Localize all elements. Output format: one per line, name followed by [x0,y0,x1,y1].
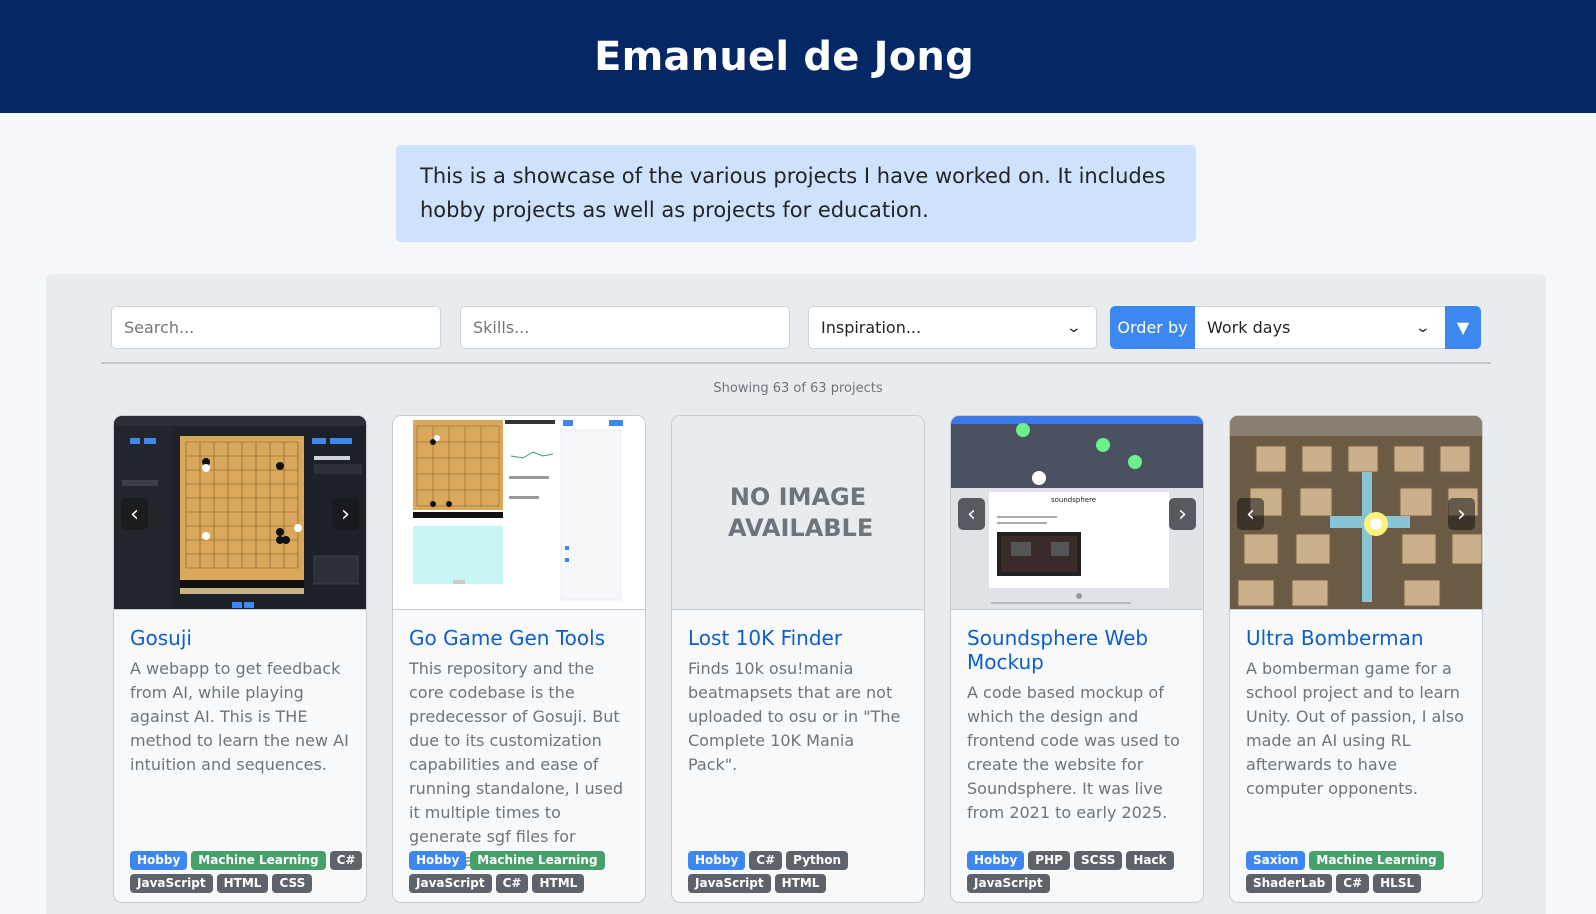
project-card-gosuji[interactable]: ‹ › Gosuji A webapp to get feedback from… [113,415,367,903]
tag: Machine Learning [1309,851,1444,870]
project-title[interactable]: Go Game Gen Tools [409,626,629,650]
order-by-label: Order by [1110,306,1195,349]
thumbnail-caption: soundsphere [1051,496,1097,504]
project-thumbnail[interactable]: soundsphere ‹ › [951,416,1203,610]
project-title[interactable]: Lost 10K Finder [688,626,908,650]
project-thumbnail[interactable]: ‹ › [1230,416,1482,610]
project-thumbnail[interactable] [393,416,645,610]
tag: PHP [1028,851,1070,870]
skills-input[interactable] [460,306,790,349]
page-title: Emanuel de Jong [594,33,974,80]
project-description: A code based mockup of which the design … [967,683,1180,822]
project-description: Finds 10k osu!mania beatmapsets that are… [688,659,901,774]
project-title[interactable]: Ultra Bomberman [1246,626,1466,650]
inspiration-select[interactable]: Inspiration... ⌄ [808,306,1097,349]
tag: JavaScript [967,874,1050,893]
site-header: Emanuel de Jong [0,0,1596,113]
inspiration-select-value: Inspiration... [821,318,922,337]
project-description: A bomberman game for a school project an… [1246,659,1464,798]
tag-list: Hobby Machine Learning C# JavaScript HTM… [130,851,366,893]
carousel-next-button[interactable]: › [332,498,359,530]
tag: JavaScript [688,874,771,893]
results-count: Showing 63 of 63 projects [713,381,883,396]
intro-alert: This is a showcase of the various projec… [396,145,1196,242]
carousel-next-button[interactable]: › [1169,498,1196,530]
tag: CSS [272,874,313,893]
tag-list: Hobby PHP SCSS Hack JavaScript [967,851,1203,893]
tag: Hobby [409,851,467,870]
tag: ShaderLab [1246,874,1333,893]
tag: HTML [216,874,269,893]
no-image-text: NO IMAGE AVAILABLE [728,482,874,542]
tag: Machine Learning [470,851,605,870]
tag: JavaScript [130,874,213,893]
tag: C# [1336,874,1370,893]
tag: JavaScript [409,874,492,893]
carousel-prev-button[interactable]: ‹ [1237,498,1264,530]
search-input[interactable] [111,306,441,349]
tag: Hack [1126,851,1174,870]
tag: Machine Learning [191,851,326,870]
project-description: This repository and the core codebase is… [409,659,624,870]
tag: Python [786,851,849,870]
tag: HLSL [1373,874,1422,893]
carousel-next-button[interactable]: › [1448,498,1475,530]
project-description: A webapp to get feedback from AI, while … [130,659,349,774]
project-card-go-game-gen-tools[interactable]: Go Game Gen Tools This repository and th… [392,415,646,903]
no-image-placeholder: NO IMAGE AVAILABLE [672,416,924,610]
order-by-value: Work days [1207,318,1291,337]
project-card-soundsphere-web-mockup[interactable]: soundsphere ‹ › Soundsphere Web Mockup A… [950,415,1204,903]
tag-list: Saxion Machine Learning ShaderLab C# HLS… [1246,851,1482,893]
tag: Saxion [1246,851,1306,870]
chevron-down-icon: ⌄ [1065,319,1083,336]
project-title[interactable]: Gosuji [130,626,350,650]
order-by-select[interactable]: Work days ⌄ [1195,306,1445,349]
tag-list: Hobby Machine Learning JavaScript C# HTM… [409,851,645,893]
tag: HTML [774,874,827,893]
tag: C# [329,851,363,870]
tag: C# [749,851,783,870]
tag: SCSS [1073,851,1123,870]
carousel-prev-button[interactable]: ‹ [958,498,985,530]
tag: HTML [532,874,585,893]
sort-direction-button[interactable]: ▼ [1445,306,1481,349]
tag: Hobby [688,851,746,870]
project-thumbnail[interactable]: ‹ › [114,416,366,610]
project-card-lost-10k-finder[interactable]: NO IMAGE AVAILABLE Lost 10K Finder Finds… [671,415,925,903]
tag: Hobby [130,851,188,870]
project-title[interactable]: Soundsphere Web Mockup [967,626,1187,674]
project-card-ultra-bomberman[interactable]: ‹ › Ultra Bomberman A bomberman game for… [1229,415,1483,903]
divider [101,362,1491,364]
carousel-prev-button[interactable]: ‹ [121,498,148,530]
tag: Hobby [967,851,1025,870]
tag: C# [495,874,529,893]
chevron-down-icon: ⌄ [1414,319,1432,336]
tag-list: Hobby C# Python JavaScript HTML [688,851,924,893]
